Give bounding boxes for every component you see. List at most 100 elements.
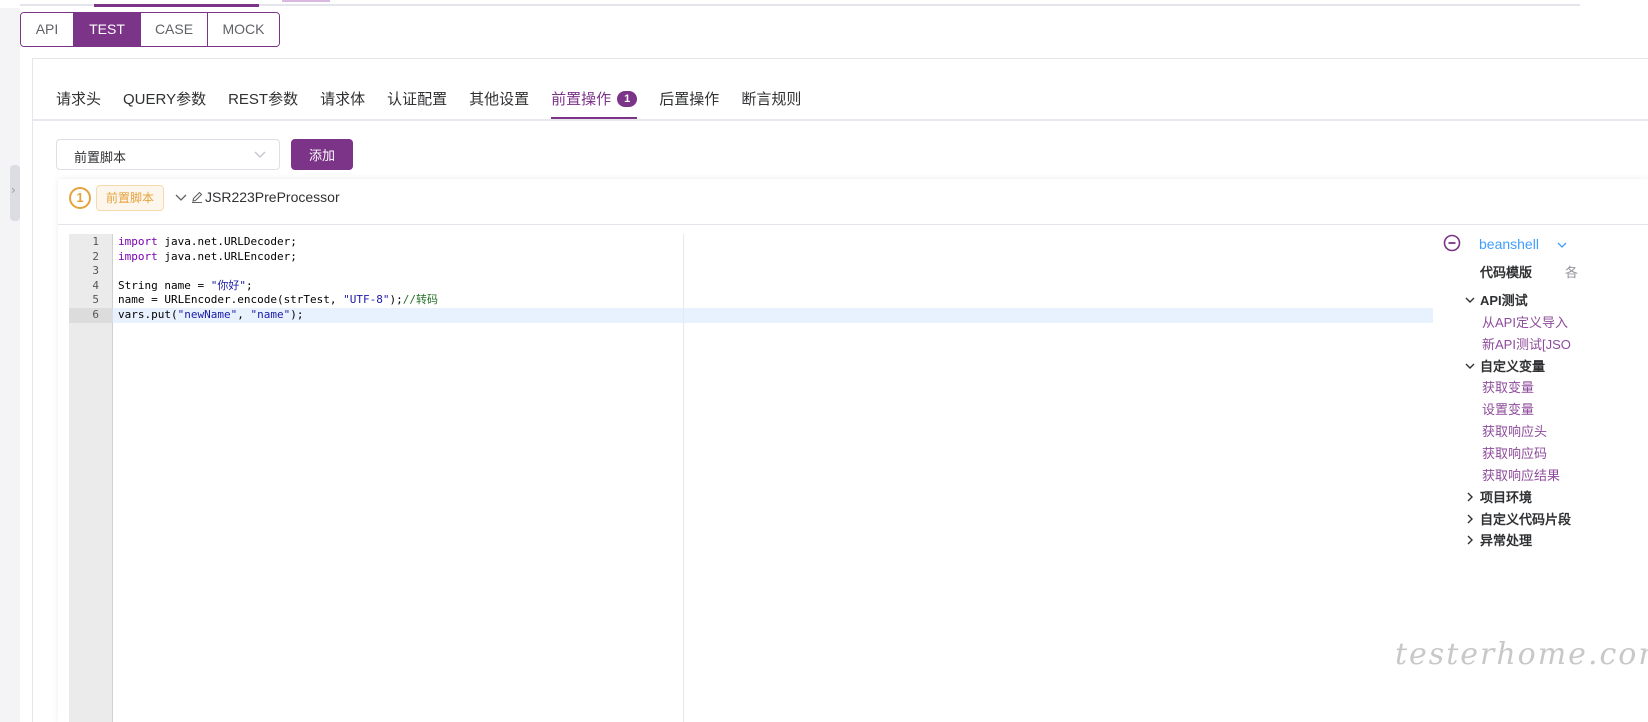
template-group-label: 自定义变量	[1480, 358, 1546, 374]
template-group-label: 自定义代码片段	[1480, 511, 1572, 527]
template-item[interactable]: 获取响应码	[1482, 443, 1547, 462]
tab-7[interactable]: 后置操作	[648, 83, 730, 117]
template-group-label: 异常处理	[1480, 533, 1533, 548]
mode-switcher: API TEST CASE MOCK	[20, 12, 280, 47]
print-margin	[683, 234, 684, 722]
watermark: testerhome.com	[1395, 637, 1648, 672]
template-item[interactable]: 设置变量	[1482, 399, 1534, 418]
code-line: import java.net.URLDecoder;	[118, 235, 297, 250]
template-group-label: 项目环境	[1480, 490, 1533, 505]
tab-1[interactable]: QUERY参数	[112, 83, 217, 117]
line-number: 6	[69, 308, 113, 323]
code-token: "UTF-8"	[343, 293, 390, 307]
chevron-down-icon	[254, 151, 266, 158]
tab-label: QUERY参数	[123, 91, 207, 108]
code-token: "name"	[250, 308, 291, 321]
code-token: import	[118, 249, 158, 263]
code-line: import java.net.URLEncoder;	[118, 250, 297, 265]
chevron-right-icon	[1467, 514, 1473, 523]
line-number: 4	[92, 278, 99, 292]
tab-0[interactable]: 请求头	[45, 83, 112, 117]
code-token: name = URLEncoder.encode(strTest,	[118, 293, 344, 307]
chevron-down-icon[interactable]	[174, 191, 188, 205]
step-name[interactable]: JSR223PreProcessor	[205, 189, 340, 205]
line-number: 1	[92, 235, 99, 248]
code-token: ;	[245, 278, 253, 292]
add-button[interactable]: 添加	[291, 139, 353, 170]
tab-2[interactable]: REST参数	[217, 83, 309, 117]
code-token: "newName"	[177, 308, 238, 321]
template-item[interactable]: 新API测试[JSO	[1482, 334, 1571, 353]
active-line-highlight	[113, 308, 1433, 323]
template-item[interactable]: 获取变量	[1482, 377, 1534, 396]
chevron-down-icon	[1465, 363, 1475, 369]
tab-label: 其他设置	[469, 91, 530, 108]
tab-count-badge: 1	[617, 91, 638, 107]
mode-tab-test[interactable]: TEST	[74, 13, 141, 46]
code-token: );	[290, 308, 304, 321]
template-item[interactable]: 从API定义导入	[1482, 312, 1568, 331]
tab-label: 请求头	[56, 91, 102, 108]
template-group[interactable]: 自定义代码片段	[1464, 509, 1571, 528]
code-token: import	[118, 235, 158, 248]
edit-icon[interactable]	[190, 190, 204, 204]
mode-tab-api[interactable]: API	[21, 13, 74, 46]
tab-label: 后置操作	[659, 91, 720, 108]
tab-label: 请求体	[320, 91, 366, 108]
tab-8[interactable]: 断言规则	[730, 83, 812, 117]
code-token: java.net.URLDecoder;	[157, 235, 297, 248]
processor-type-select[interactable]: 前置脚本	[56, 139, 280, 170]
line-number: 3	[92, 264, 99, 278]
sidebar-toggle-handle[interactable]: ›	[10, 165, 20, 221]
template-item[interactable]: 获取响应头	[1482, 421, 1547, 440]
tab-3[interactable]: 请求体	[309, 83, 376, 117]
tab-4[interactable]: 认证配置	[376, 83, 458, 117]
code-token: java.net.URLEncoder;	[157, 249, 297, 263]
template-group[interactable]: 自定义变量	[1464, 356, 1545, 375]
chevron-right-icon: ›	[11, 183, 16, 197]
template-group[interactable]: 项目环境	[1464, 487, 1532, 506]
chevron-down-icon[interactable]	[1556, 239, 1568, 251]
step-number: 1	[69, 187, 91, 209]
code-line: vars.put("newName", "name");	[118, 308, 303, 323]
request-tabs: 请求头 QUERY参数 REST参数 请求体 认证配置 其他设置 前置操作 1 后置操作 断言规则	[45, 83, 812, 119]
template-title: 代码模版	[1480, 265, 1533, 280]
template-extra: 各	[1565, 265, 1579, 280]
template-item[interactable]: 获取响应结果	[1482, 465, 1560, 484]
code-token: vars.put(	[118, 308, 178, 321]
code-editor[interactable]: 123456 import java.net.URLDecoder; import…	[69, 234, 1433, 722]
code-token: //转码	[402, 293, 439, 307]
line-number: 5	[92, 293, 99, 307]
collapse-panel-icon[interactable]	[1443, 234, 1461, 252]
editor-content[interactable]: import java.net.URLDecoder; import java.n…	[113, 234, 1433, 722]
tab-5[interactable]: 其他设置	[458, 83, 540, 117]
mode-tab-case[interactable]: CASE	[141, 13, 208, 46]
template-group[interactable]: API测试	[1464, 290, 1528, 309]
tab-label: REST参数	[228, 91, 299, 108]
top-tab-indicator	[94, 4, 259, 7]
template-group-label: API测试	[1480, 293, 1528, 308]
chevron-down-icon	[1465, 297, 1475, 303]
tab-label: 认证配置	[387, 91, 448, 108]
processor-type-value: 前置脚本	[74, 150, 127, 165]
top-tab-indicator-secondary	[282, 0, 330, 2]
template-group[interactable]: 异常处理	[1464, 530, 1532, 549]
tabs-divider	[33, 119, 1648, 121]
code-token: );	[389, 293, 403, 307]
editor-gutter: 123456	[69, 234, 113, 722]
tab-label: 前置操作	[551, 91, 612, 108]
code-line: name = URLEncoder.encode(strTest, "UTF-8…	[118, 293, 438, 308]
step-type-tag: 前置脚本	[96, 185, 165, 211]
tab-label: 断言规则	[741, 91, 802, 108]
chevron-right-icon	[1467, 492, 1473, 502]
mode-tab-mock[interactable]: MOCK	[208, 13, 279, 46]
line-number: 2	[92, 249, 99, 263]
chevron-right-icon	[1467, 535, 1473, 545]
request-panel: 请求头 QUERY参数 REST参数 请求体 认证配置 其他设置 前置操作 1 后置操作 断言规则…	[32, 58, 1648, 722]
script-language-select[interactable]: beanshell	[1479, 236, 1539, 252]
code-token: String name	[118, 278, 198, 292]
tab-6[interactable]: 前置操作 1	[540, 83, 648, 119]
code-line: String name = "你好";	[118, 279, 253, 294]
top-strip	[0, 0, 1648, 8]
code-token: ,	[237, 308, 251, 321]
